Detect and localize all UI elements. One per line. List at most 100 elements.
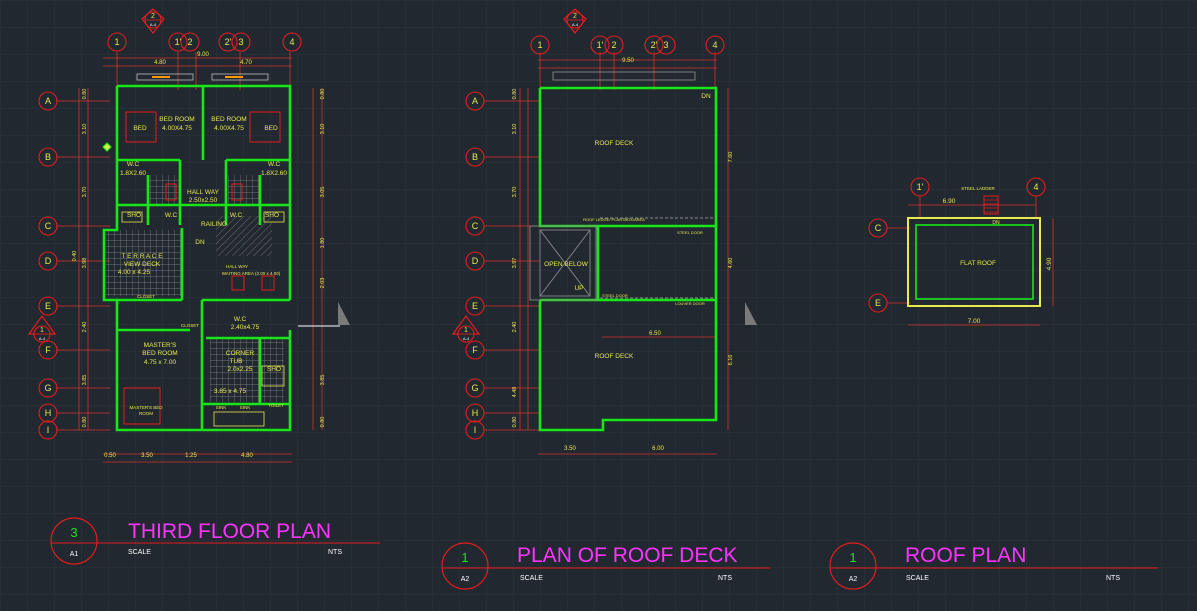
rp-dim-bottom: 7.00 — [968, 318, 981, 325]
tf-dim-right-4: 1.80 — [320, 238, 326, 249]
steel-door-label: STEEL DOOR — [602, 293, 628, 298]
tf-section-side-sheet: A-4 — [39, 336, 46, 341]
tf-dim-left-1: 0.80 — [82, 89, 88, 100]
rd-dim-top: 9.50 — [622, 58, 634, 64]
open-below-label: OPEN BELOW — [544, 261, 589, 268]
tf-dim-top-3: 4.70 — [240, 60, 252, 66]
tf-title-number: 3 — [70, 525, 77, 540]
rd-dim-right-2: 4.60 — [728, 258, 734, 269]
tf-dim-bottom-3: 1.25 — [185, 453, 197, 459]
tf-row-F: F — [45, 345, 51, 355]
roof-deck-bottom-label: ROOF DECK — [595, 353, 634, 360]
tf-row-B: B — [45, 152, 51, 162]
terrace-sub: VIEW DECK — [124, 261, 161, 268]
waiting-area-label: HALL WAY — [226, 264, 248, 269]
tf-col-3: 3 — [238, 37, 243, 47]
rd-row-A: A — [472, 96, 478, 106]
rp-row-C: C — [875, 223, 882, 233]
wc-1-size: 1.8X2.60 — [120, 170, 146, 177]
rd-dim-right-3: 6.16 — [728, 355, 734, 366]
rd-title-sheet: A2 — [461, 576, 470, 583]
rd-row-D: D — [472, 256, 479, 266]
tf-row-G: G — [44, 383, 51, 393]
corner-tub-sub: TUB — [230, 358, 243, 365]
rd-title-number: 1 — [461, 550, 468, 565]
tf-dim-bottom-1: 0.50 — [104, 453, 116, 459]
shower-3-label: SHO — [267, 366, 281, 373]
rp-col-1p: 1' — [917, 182, 924, 192]
tf-dim-bottom-2: 3.50 — [141, 453, 153, 459]
rd-col-1: 1 — [537, 40, 542, 50]
tf-dim-left-3: 3.70 — [82, 187, 88, 198]
tf-col-2p: 2' — [225, 37, 232, 47]
master-wc-label: W.C — [234, 316, 247, 323]
roof-plan-title: ROOF PLAN — [905, 544, 1026, 567]
rd-row-G: G — [471, 383, 478, 393]
rd-dim-bottom-2: 6.00 — [652, 446, 664, 452]
rd-col-2: 2 — [611, 40, 616, 50]
rd-dim-left-7: 0.80 — [512, 417, 518, 428]
terrace-label: T E R R A C E — [121, 253, 163, 260]
tf-dim-right-5: 2.03 — [320, 278, 326, 289]
rp-row-E: E — [875, 298, 881, 308]
tf-dim-right-1: 0.80 — [320, 89, 326, 100]
bedroom-1-size: 4.00X4.75 — [162, 125, 192, 132]
shower-1-label: SHO — [127, 212, 141, 219]
rd-section-side-number: 1 — [464, 327, 468, 334]
rp-scale-label: SCALE — [906, 575, 929, 582]
bedroom-2-size: 4.00X4.75 — [214, 125, 244, 132]
rd-dim-right-1: 7.60 — [728, 152, 734, 163]
tf-dim-left-2: 3.10 — [82, 124, 88, 135]
tf-section-top-sheet: A-4 — [150, 22, 157, 27]
rd-row-F: F — [472, 345, 478, 355]
tf-dim-left-7: 3.85 — [82, 375, 88, 386]
rd-row-I: I — [474, 425, 477, 435]
tf-dim-top-1: 4.80 — [154, 60, 166, 66]
tf-dim-right-3: 3.05 — [320, 187, 326, 198]
sink-1-label: SINK — [216, 405, 227, 410]
hallway-label: HALL WAY — [187, 189, 220, 196]
tf-row-A: A — [45, 96, 51, 106]
rd-row-E: E — [472, 301, 478, 311]
wc-2-label: W.C — [268, 161, 281, 168]
louver-door-label: LOUVER DOOR — [675, 301, 705, 306]
rp-dim-right: 4.90 — [1046, 257, 1053, 270]
rd-col-3: 3 — [663, 40, 668, 50]
master-bed-small-label: MASTER'S BED — [129, 405, 163, 410]
rd-row-H: H — [472, 408, 479, 418]
flat-roof-label: FLAT ROOF — [960, 260, 996, 267]
master-bedroom-size: 4.75 x 7.00 — [144, 359, 177, 366]
toilet-label: TOILET — [268, 403, 284, 408]
tf-row-H: H — [45, 408, 52, 418]
rd-col-1p: 1' — [597, 40, 604, 50]
roof-deck-title: PLAN OF ROOF DECK — [517, 544, 738, 567]
cad-drawing-canvas[interactable]: BED ROOM 4.00X4.75 BED ROOM 4.00X4.75 BE… — [0, 0, 1197, 611]
rd-dim-left-1: 0.80 — [512, 89, 518, 100]
closet-1-label: CLOSET — [137, 294, 155, 299]
wc-1-label: W.C — [127, 161, 140, 168]
rd-section-side-sheet: A-4 — [463, 336, 470, 341]
tf-dim-top-2: 9.00 — [197, 52, 209, 58]
rp-title-number: 1 — [849, 550, 856, 565]
bed-2-label: BED — [264, 125, 278, 132]
rd-dim-left-2: 3.10 — [512, 124, 518, 135]
rd-row-C: C — [472, 221, 479, 231]
tf-scale-label: SCALE — [128, 549, 151, 556]
rd-section-top-sheet: A-4 — [572, 22, 579, 27]
rd-dim-left-6: 4.48 — [512, 387, 518, 398]
bedroom-1-label: BED ROOM — [159, 116, 194, 123]
tf-col-4: 4 — [289, 37, 294, 47]
rd-row-B: B — [472, 152, 478, 162]
dn-label: DN — [195, 239, 205, 246]
wc-small-2-label: W.C — [230, 212, 243, 219]
bath-size: 3.85 x 4.75 — [214, 388, 247, 395]
tf-col-1p: 1' — [175, 37, 182, 47]
roof-ledge-label: ROOF LEDGE/ PLANTBOX/AREA — [583, 217, 645, 222]
tf-row-C: C — [45, 221, 52, 231]
rd-dim-left-5: 2.40 — [512, 322, 518, 333]
wc-small-1-label: W.C — [165, 212, 178, 219]
tf-dim-left-5: 0.40 — [72, 251, 78, 262]
hallway-size: 2.50x2.50 — [189, 197, 218, 204]
tf-row-E: E — [45, 301, 51, 311]
rd-dim-left-3: 3.70 — [512, 187, 518, 198]
